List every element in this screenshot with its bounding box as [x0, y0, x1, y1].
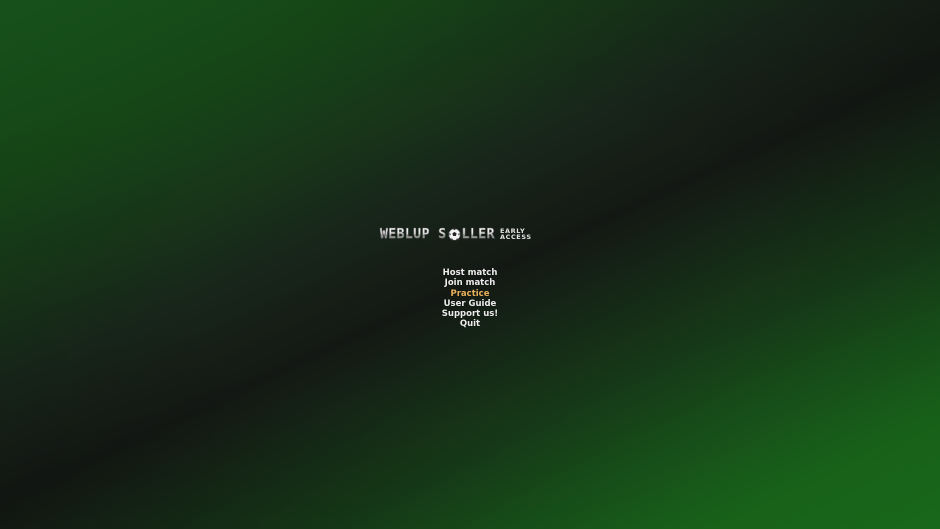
menu-item-quit[interactable]: Quit	[460, 319, 480, 329]
logo-title-part2: LLER	[461, 226, 495, 242]
early-access-tag: EARLY ACCESS	[499, 227, 532, 241]
menu-item-practice[interactable]: Practice	[451, 289, 490, 299]
menu-item-support-us[interactable]: Support us!	[442, 309, 498, 319]
menu-item-user-guide[interactable]: User Guide	[444, 299, 497, 309]
logo-title: WEBLUP S LLER	[380, 226, 495, 242]
tag-line-access: ACCESS	[499, 233, 532, 241]
logo-title-part1: WEBLUP S	[380, 226, 447, 242]
main-menu: Host match Join match Practice User Guid…	[0, 268, 940, 330]
menu-item-host-match[interactable]: Host match	[443, 268, 498, 278]
background-vignette	[0, 0, 940, 529]
soccer-ball-icon	[447, 227, 461, 241]
game-logo: WEBLUP S LLER EARLY ACCESS	[380, 224, 562, 244]
menu-item-join-match[interactable]: Join match	[445, 278, 496, 288]
